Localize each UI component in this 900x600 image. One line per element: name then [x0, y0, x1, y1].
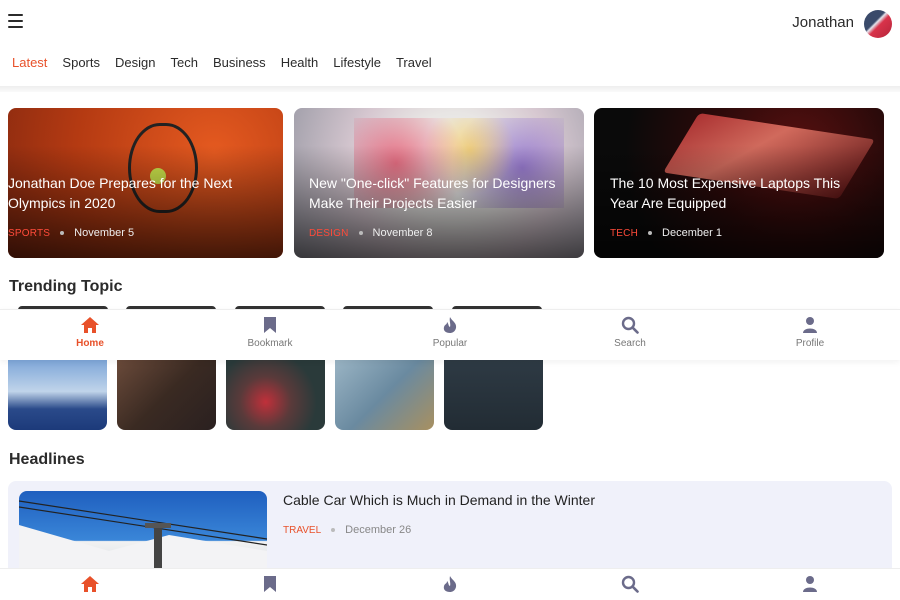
bottom-navigation — [0, 568, 900, 600]
bookmark-icon — [263, 316, 277, 334]
headline-card[interactable]: Cable Car Which is Much in Demand in the… — [8, 481, 892, 581]
home-icon — [80, 316, 100, 334]
trending-thumb-scooter[interactable] — [444, 360, 543, 430]
trending-list — [8, 360, 548, 430]
category-label: DESIGN — [309, 227, 349, 239]
app-header: Jonathan — [0, 0, 900, 48]
featured-card[interactable]: New "One-click" Features for Designers M… — [294, 108, 584, 258]
tab-lifestyle[interactable]: Lifestyle — [333, 52, 381, 78]
card-date: December 1 — [662, 227, 722, 239]
nav-home[interactable]: Home — [0, 310, 180, 360]
bottom-nav-home[interactable] — [0, 569, 180, 600]
tab-sports[interactable]: Sports — [62, 52, 100, 78]
floating-navigation: Home Bookmark Popular Search Profile — [0, 309, 900, 360]
card-title: New "One-click" Features for Designers M… — [309, 175, 556, 211]
search-icon — [621, 575, 639, 593]
user-icon — [802, 316, 818, 334]
trending-thumb-radio[interactable] — [335, 360, 434, 430]
nav-profile[interactable]: Profile — [720, 310, 900, 360]
card-meta: DESIGN November 8 — [309, 227, 432, 239]
search-icon — [621, 316, 639, 334]
trending-thumb-basketball[interactable] — [8, 360, 107, 430]
headline-title: Cable Car Which is Much in Demand in the… — [283, 492, 596, 508]
nav-home-label: Home — [76, 338, 104, 349]
tab-latest[interactable]: Latest — [12, 52, 47, 78]
trending-title: Trending Topic — [9, 278, 123, 295]
tab-travel[interactable]: Travel — [396, 52, 432, 78]
category-label: TECH — [610, 227, 639, 239]
trending-thumb-lettering[interactable] — [117, 360, 216, 430]
headlines-title: Headlines — [9, 451, 85, 468]
card-title: The 10 Most Expensive Laptops This Year … — [610, 175, 841, 211]
tab-business[interactable]: Business — [213, 52, 266, 78]
header-divider — [0, 86, 900, 92]
nav-search[interactable]: Search — [540, 310, 720, 360]
bottom-nav-search[interactable] — [540, 569, 720, 600]
bookmark-icon — [263, 575, 277, 593]
card-date: November 8 — [372, 227, 433, 239]
username[interactable]: Jonathan — [792, 14, 854, 31]
card-title: Jonathan Doe Prepares for the Next Olymp… — [8, 175, 233, 211]
nav-profile-label: Profile — [795, 338, 825, 349]
nav-popular-label: Popular — [432, 338, 468, 349]
home-icon — [80, 575, 100, 593]
category-label: TRAVEL — [283, 524, 322, 536]
featured-card[interactable]: The 10 Most Expensive Laptops This Year … — [594, 108, 884, 258]
menu-icon[interactable] — [8, 14, 24, 30]
flame-icon — [442, 316, 458, 334]
avatar[interactable] — [864, 10, 892, 38]
card-meta: SPORTS November 5 — [8, 227, 134, 239]
nav-search-label: Search — [614, 338, 646, 349]
category-tabs: Latest Sports Design Tech Business Healt… — [0, 52, 900, 78]
card-meta: TECH December 1 — [610, 227, 722, 239]
tab-health[interactable]: Health — [281, 52, 319, 78]
tab-tech[interactable]: Tech — [170, 52, 197, 78]
tab-design[interactable]: Design — [115, 52, 155, 78]
bottom-nav-popular[interactable] — [360, 569, 540, 600]
card-date: November 5 — [74, 227, 135, 239]
category-label: SPORTS — [8, 227, 51, 239]
nav-bookmark[interactable]: Bookmark — [180, 310, 360, 360]
user-icon — [802, 575, 818, 593]
flame-icon — [442, 575, 458, 593]
headline-meta: TRAVEL December 26 — [283, 524, 411, 536]
bottom-nav-bookmark[interactable] — [180, 569, 360, 600]
featured-carousel: Jonathan Doe Prepares for the Next Olymp… — [8, 108, 888, 258]
bottom-nav-profile[interactable] — [720, 569, 900, 600]
featured-card[interactable]: Jonathan Doe Prepares for the Next Olymp… — [8, 108, 283, 258]
headline-date: December 26 — [345, 524, 412, 536]
trending-thumb-camera[interactable] — [226, 360, 325, 430]
nav-popular[interactable]: Popular — [360, 310, 540, 360]
nav-bookmark-label: Bookmark — [247, 338, 293, 349]
